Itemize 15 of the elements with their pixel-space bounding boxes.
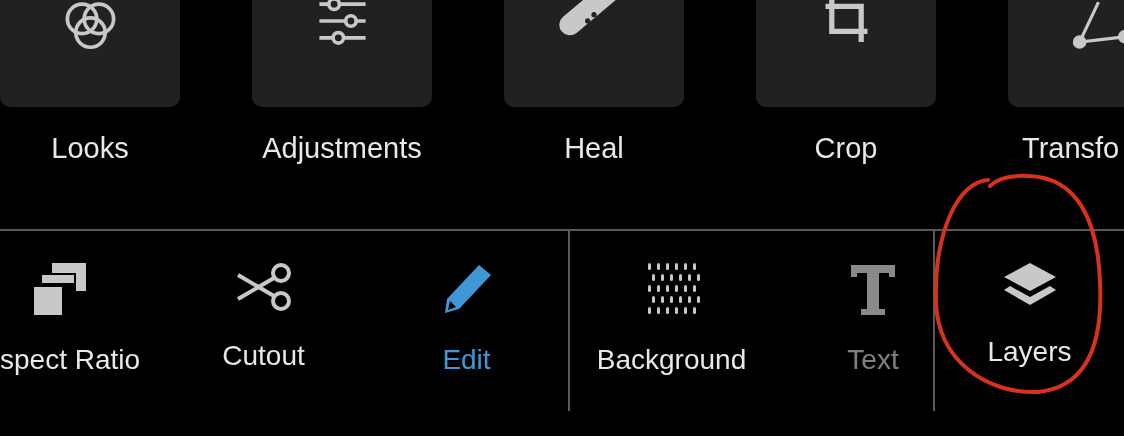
tool-tile[interactable] [0, 0, 180, 107]
stacked-squares-icon [32, 261, 88, 317]
toolbar-button[interactable]: Layers [987, 335, 1072, 369]
tool-label: Heal [564, 131, 624, 166]
tool-tile[interactable] [504, 0, 684, 107]
toolbar-button[interactable]: Background [596, 343, 747, 377]
toolbar-button[interactable]: Cutout [222, 339, 305, 373]
tool-tile[interactable] [252, 0, 432, 107]
tool-label: Adjustments [262, 131, 422, 166]
toolbar-button[interactable]: spect Ratio [0, 343, 141, 377]
tool-tile[interactable] [756, 0, 936, 107]
tool-label: Looks [51, 131, 129, 166]
tool-label: Transfo [1022, 131, 1120, 166]
toolbar-button[interactable]: Edit [442, 343, 491, 377]
tool-label: Crop [814, 131, 878, 166]
